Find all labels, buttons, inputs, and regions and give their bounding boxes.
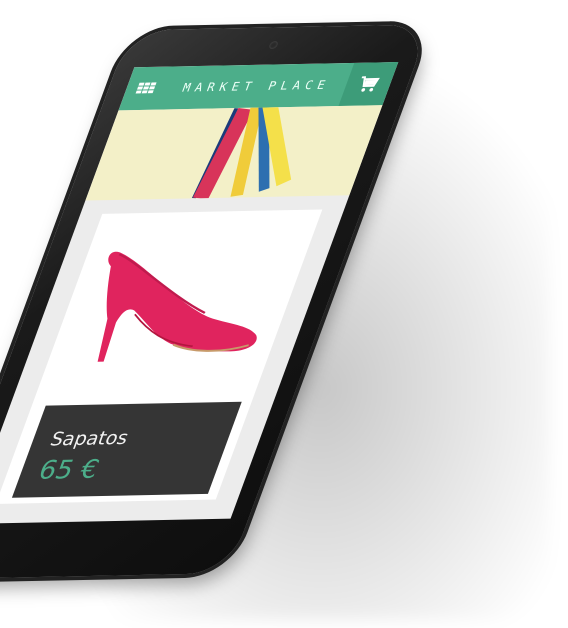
phone-screen: MARKET PLACE Sapatos 65 € xyxy=(0,62,399,524)
app-title: MARKET PLACE xyxy=(180,77,333,95)
product-info-panel: Sapatos 65 € xyxy=(11,401,242,498)
phone-mockup: MARKET PLACE Sapatos 65 € xyxy=(0,0,568,628)
promo-banner-image[interactable] xyxy=(85,105,383,201)
high-heel-shoe-icon xyxy=(97,251,257,362)
grid-icon xyxy=(135,82,158,95)
product-image xyxy=(33,209,322,402)
cart-icon xyxy=(361,76,380,92)
phone-body: MARKET PLACE Sapatos 65 € xyxy=(0,24,431,580)
product-price: 65 € xyxy=(34,455,103,486)
cart-button[interactable] xyxy=(338,62,399,106)
app-bar: MARKET PLACE xyxy=(118,62,399,111)
product-card[interactable]: Sapatos 65 € xyxy=(0,209,323,504)
camera-lens xyxy=(268,41,279,50)
product-name: Sapatos xyxy=(47,427,132,451)
